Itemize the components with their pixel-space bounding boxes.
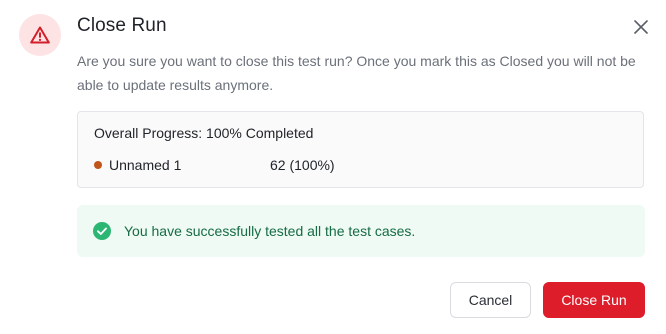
progress-row: Unnamed 1: [94, 157, 181, 173]
warning-badge: [19, 14, 61, 56]
progress-heading: Overall Progress: 100% Completed: [94, 125, 314, 141]
status-dot: [94, 161, 102, 169]
check-circle-icon: [93, 222, 111, 240]
dialog-title: Close Run: [77, 15, 167, 36]
success-alert: You have successfully tested all the tes…: [77, 205, 645, 257]
close-run-dialog: Close Run Are you sure you want to close…: [0, 0, 666, 334]
close-dialog-button[interactable]: [629, 15, 653, 39]
warning-triangle-icon: [30, 26, 50, 44]
success-message: You have successfully tested all the tes…: [124, 223, 416, 239]
close-run-button[interactable]: Close Run: [543, 282, 645, 318]
close-x-icon[interactable]: [634, 20, 648, 34]
progress-summary: Overall Progress: 100% Completed Unnamed…: [77, 111, 644, 188]
dialog-description: Are you sure you want to close this test…: [77, 53, 636, 93]
progress-row-label: Unnamed 1: [109, 157, 182, 173]
progress-row-value: 62 (100%): [270, 157, 335, 173]
cancel-button[interactable]: Cancel: [450, 282, 531, 318]
